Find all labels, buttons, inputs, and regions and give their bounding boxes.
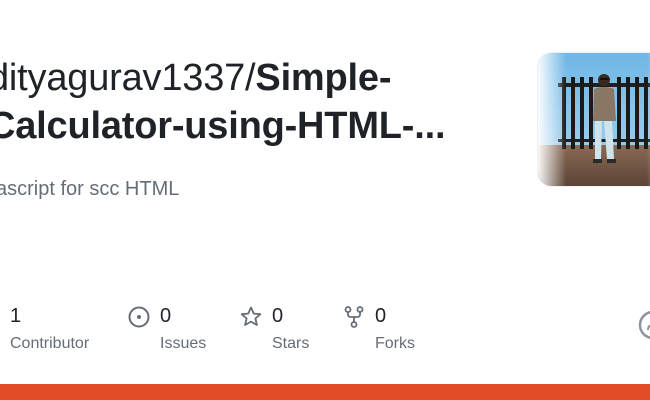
repo-social-card: dityagurav1337/Simple- Calculator-using-… bbox=[0, 0, 650, 400]
repo-name-part1: Simple- bbox=[255, 57, 392, 99]
issues-icon bbox=[128, 306, 150, 328]
stat-contributors[interactable]: 1 Contributor bbox=[0, 300, 114, 356]
stat-issues[interactable]: 0 Issues bbox=[127, 300, 237, 356]
stars-count: 0 bbox=[272, 305, 284, 327]
forks-label: Forks bbox=[375, 335, 415, 352]
stars-label: Stars bbox=[272, 335, 310, 352]
repo-title[interactable]: dityagurav1337/Simple- Calculator-using-… bbox=[0, 54, 508, 150]
repo-stats: 1 Contributor 0 Issues 0 Stars 0 Forks bbox=[0, 300, 650, 360]
repo-title-line-1: dityagurav1337/Simple- bbox=[0, 54, 508, 102]
issues-count: 0 bbox=[160, 305, 172, 327]
repo-description: vascript for scc HTML bbox=[0, 178, 180, 200]
star-icon bbox=[240, 306, 262, 326]
owner-avatar bbox=[538, 53, 650, 186]
fork-icon bbox=[344, 306, 364, 328]
forks-count: 0 bbox=[375, 305, 387, 327]
contributors-count: 1 bbox=[10, 305, 22, 327]
contributors-label: Contributor bbox=[10, 335, 90, 352]
avatar-photo bbox=[538, 53, 650, 186]
repo-name-part2: Calculator-using-HTML-... bbox=[0, 105, 446, 147]
language-color-bar bbox=[0, 384, 650, 400]
github-logo-icon bbox=[638, 311, 650, 339]
stat-forks[interactable]: 0 Forks bbox=[342, 300, 452, 356]
issues-label: Issues bbox=[160, 335, 207, 352]
repo-owner: dityagurav1337/ bbox=[0, 57, 256, 99]
stat-stars[interactable]: 0 Stars bbox=[239, 300, 349, 356]
